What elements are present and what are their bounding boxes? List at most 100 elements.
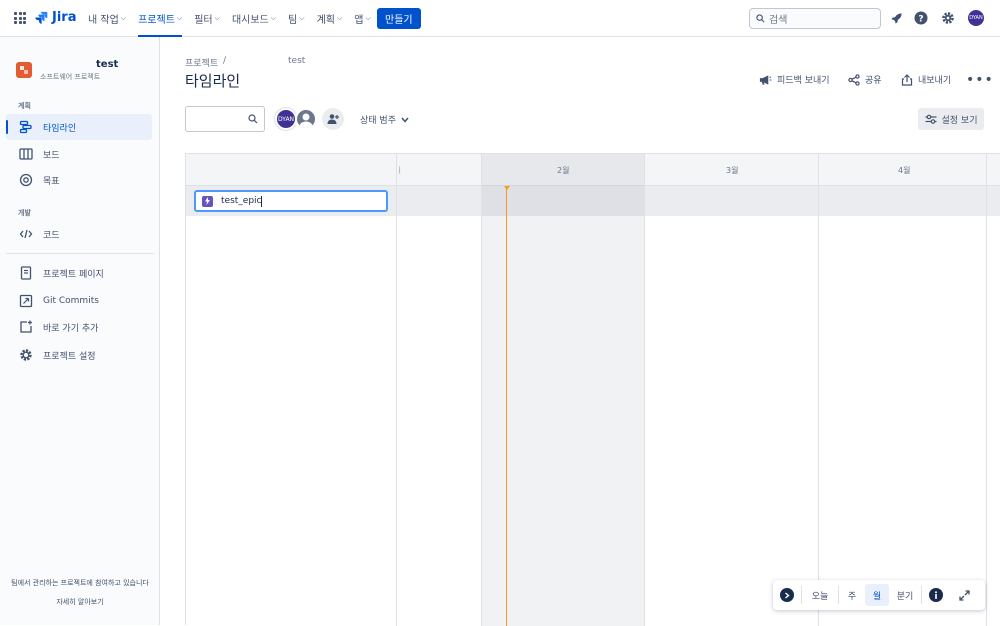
nav-item-apps[interactable]: 앱 ⌵ (354, 0, 371, 37)
issue-list-column (186, 154, 397, 626)
nav-label: 프로젝트 (138, 15, 175, 26)
nav-item-teams[interactable]: 팀 ⌵ (288, 0, 305, 37)
board-icon (19, 148, 33, 160)
page-title: 타임라인 (185, 72, 241, 90)
today-button[interactable]: 오늘 (802, 584, 838, 606)
settings-gear-icon[interactable] (940, 10, 956, 26)
info-button[interactable] (922, 588, 950, 602)
text-cursor (261, 195, 263, 207)
feedback-button[interactable]: 피드백 보내기 (759, 73, 830, 86)
sidebar-item-git-commits[interactable]: Git Commits (6, 288, 152, 314)
expand-icon (958, 589, 970, 601)
notifications-rocket-icon[interactable] (888, 10, 904, 26)
view-settings-button[interactable]: 설정 보기 (918, 108, 984, 130)
timeline-zoom-controls: 오늘 주 월 분기 (773, 580, 985, 610)
breadcrumb-project[interactable]: test (288, 56, 305, 66)
export-icon (901, 73, 913, 86)
assignee-avatar-dyan[interactable]: DYAN (275, 108, 297, 130)
month-label-apr: 4월 (898, 166, 911, 175)
expand-panel-button[interactable] (773, 588, 801, 602)
epic-name-value: test_epic (221, 196, 262, 206)
sidebar-item-label: 프로젝트 설정 (43, 351, 96, 362)
nav-label: 내 작업 (88, 15, 119, 26)
sidebar-item-board[interactable]: 보드 (6, 141, 152, 167)
project-avatar-icon[interactable] (16, 62, 32, 78)
nav-label: 앱 (354, 15, 364, 26)
project-name[interactable]: test (96, 59, 118, 70)
nav-item-dashboards[interactable]: 대시보드 ⌵ (232, 0, 276, 37)
sidebar-item-add-shortcut[interactable]: 바로 가기 추가 (6, 314, 152, 340)
app-switcher-icon[interactable] (14, 12, 26, 24)
sidebar-item-label: 프로젝트 페이지 (43, 269, 104, 280)
today-marker-icon (504, 186, 510, 190)
status-category-filter[interactable]: 상태 범주 (360, 113, 409, 126)
learn-more-link[interactable]: 자세히 알아보기 (0, 597, 160, 607)
sidebar-item-label: 바로 가기 추가 (43, 323, 99, 334)
team-managed-notice: 팀에서 관리하는 프로젝트에 참여하고 있습니다 (11, 579, 149, 587)
sidebar: test 소프트웨어 프로젝트 계획 타임라인 보드 목표 개발 코드 프로젝트… (0, 37, 160, 625)
top-navigation: Jira 내 작업 ⌵ 프로젝트 ⌵ 필터 ⌵ 대시보드 ⌵ 팀 ⌵ 계획 ⌵ 앱 ⌵ 만들기… (0, 0, 1000, 37)
project-type: 소프트웨어 프로젝트 (40, 73, 101, 81)
nav-item-projects[interactable]: 프로젝트 ⌵ (138, 0, 183, 37)
sidebar-item-label: 타임라인 (43, 123, 77, 134)
section-label-development: 개발 (18, 209, 31, 217)
more-actions-icon[interactable]: ••• (966, 72, 994, 88)
jira-logo[interactable]: Jira (34, 10, 76, 25)
zoom-month-button[interactable]: 월 (865, 584, 889, 606)
sidebar-item-goals[interactable]: 목표 (6, 167, 152, 193)
share-icon (848, 73, 860, 86)
svg-text:?: ? (918, 15, 923, 25)
chevron-down-icon: ⌵ (365, 14, 371, 22)
sidebar-item-label: 보드 (43, 150, 60, 161)
zoom-week-button[interactable]: 주 (839, 584, 865, 606)
nav-label: 팀 (288, 15, 298, 26)
add-shortcut-icon (20, 320, 32, 333)
timeline-grid[interactable]: ㅣ 2월 3월 4월 test_epic (185, 153, 1000, 626)
nav-item-my-work[interactable]: 내 작업 ⌵ (88, 0, 126, 37)
nav-item-filters[interactable]: 필터 ⌵ (194, 0, 220, 37)
fullscreen-button[interactable] (950, 589, 978, 601)
month-label-mar: 3월 (726, 166, 739, 175)
share-button[interactable]: 공유 (848, 73, 882, 86)
nav-label: 계획 (316, 15, 335, 26)
help-icon[interactable]: ? (913, 10, 929, 26)
share-label: 공유 (865, 76, 882, 86)
section-label-planning: 계획 (18, 102, 31, 110)
epic-name-input[interactable]: test_epic (194, 190, 388, 212)
logo-text: Jira (52, 10, 77, 25)
sidebar-item-project-pages[interactable]: 프로젝트 페이지 (6, 260, 152, 286)
chevron-down-icon (401, 117, 409, 123)
sidebar-divider (6, 253, 154, 254)
breadcrumb-separator: / (223, 56, 227, 66)
sidebar-item-project-settings[interactable]: 프로젝트 설정 (6, 342, 152, 368)
export-button[interactable]: 내보내기 (901, 73, 951, 86)
partial-month-tick: ㅣ (396, 166, 404, 175)
sliders-icon (925, 114, 936, 124)
breadcrumb-projects[interactable]: 프로젝트 (185, 56, 218, 69)
search-placeholder: 검색 (769, 15, 788, 26)
view-settings-label: 설정 보기 (941, 115, 978, 126)
create-button[interactable]: 만들기 (377, 8, 421, 29)
chevron-down-icon: ⌵ (336, 14, 343, 22)
today-marker-line (506, 186, 507, 626)
nav-item-plans[interactable]: 계획 ⌵ (317, 0, 343, 37)
search-input[interactable]: 검색 (749, 8, 881, 29)
jira-logo-icon (35, 11, 48, 24)
user-avatar[interactable]: DYAN (968, 10, 984, 26)
search-icon (756, 14, 765, 23)
sidebar-item-label: Git Commits (43, 296, 99, 306)
timeline-search-input[interactable] (185, 106, 265, 132)
add-people-button[interactable] (322, 108, 344, 130)
sidebar-item-timeline[interactable]: 타임라인 (6, 114, 152, 140)
git-commits-icon (19, 294, 33, 308)
sidebar-item-label: 목표 (43, 176, 60, 187)
sidebar-item-code[interactable]: 코드 (6, 221, 152, 247)
sidebar-item-label: 코드 (43, 230, 60, 241)
target-icon (19, 173, 33, 187)
unassigned-avatar[interactable] (295, 108, 317, 130)
month-divider (818, 154, 819, 626)
zoom-quarter-button[interactable]: 분기 (889, 584, 921, 606)
megaphone-icon (759, 74, 772, 85)
chevron-right-icon (780, 588, 794, 602)
month-divider (481, 154, 482, 626)
